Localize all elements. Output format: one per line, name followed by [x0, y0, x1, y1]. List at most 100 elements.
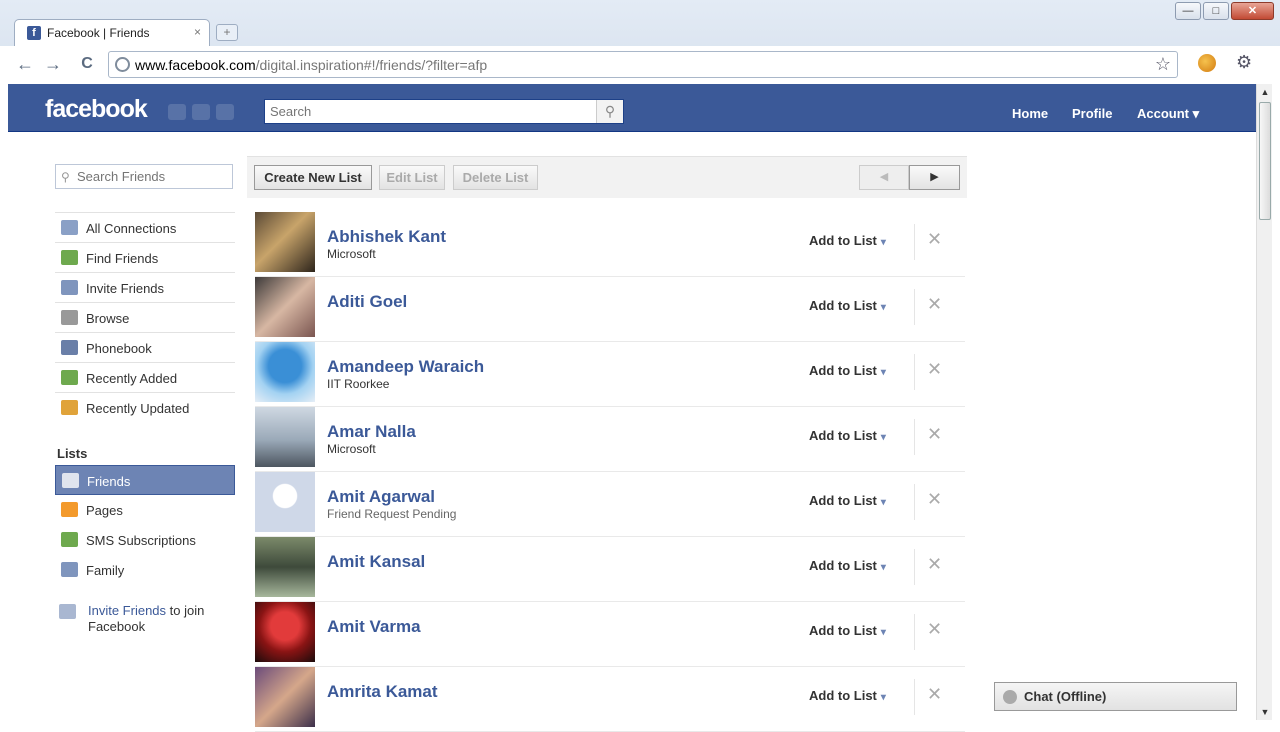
- browser-chrome: f Facebook | Friends × + — □ ✕ ← → C www…: [0, 0, 1280, 84]
- remove-friend-icon[interactable]: ✕: [927, 684, 942, 705]
- forward-button[interactable]: →: [42, 54, 64, 76]
- scroll-down-arrow[interactable]: ▼: [1257, 704, 1273, 720]
- chevron-down-icon: ▾: [880, 302, 886, 313]
- remove-friend-icon[interactable]: ✕: [927, 554, 942, 575]
- sidebar-item-phonebook[interactable]: Phonebook: [55, 332, 235, 362]
- add-to-list-button[interactable]: Add to List ▾: [809, 493, 886, 508]
- sidebar-item-all-connections[interactable]: All Connections: [55, 212, 235, 242]
- chevron-down-icon: ▾: [880, 562, 886, 573]
- remove-friend-icon[interactable]: ✕: [927, 359, 942, 380]
- add-to-list-label: Add to List: [809, 428, 877, 443]
- friend-avatar[interactable]: [255, 277, 315, 337]
- remove-friend-icon[interactable]: ✕: [927, 424, 942, 445]
- friend-row: Amandeep Waraich IIT Roorkee Add to List ▾ ✕: [255, 342, 965, 407]
- friend-avatar[interactable]: [255, 667, 315, 727]
- maximize-button[interactable]: □: [1203, 2, 1229, 20]
- friend-requests-icon[interactable]: [168, 104, 186, 120]
- back-button[interactable]: ←: [14, 54, 36, 76]
- create-new-list-button[interactable]: Create New List: [254, 165, 372, 190]
- remove-friend-icon[interactable]: ✕: [927, 229, 942, 250]
- list-item-pages[interactable]: Pages: [55, 495, 235, 525]
- add-to-list-button[interactable]: Add to List ▾: [809, 363, 886, 378]
- friend-name-link[interactable]: Amit Agarwal: [327, 487, 435, 507]
- list-toolbar: Create New List Edit List Delete List ◀ …: [247, 156, 967, 198]
- friend-name-link[interactable]: Amit Varma: [327, 617, 421, 637]
- add-to-list-label: Add to List: [809, 233, 877, 248]
- chevron-down-icon: ▾: [880, 692, 886, 703]
- scroll-thumb[interactable]: [1259, 102, 1271, 220]
- sidebar-item-browse[interactable]: Browse: [55, 302, 235, 332]
- sidebar-item-label: All Connections: [86, 221, 177, 236]
- nav-home-link[interactable]: Home: [1012, 106, 1048, 121]
- remove-friend-icon[interactable]: ✕: [927, 294, 942, 315]
- search-friends-input[interactable]: [77, 168, 227, 185]
- friend-name-link[interactable]: Aditi Goel: [327, 292, 407, 312]
- pager-prev-button[interactable]: ◀: [859, 165, 909, 190]
- nav-profile-link[interactable]: Profile: [1072, 106, 1112, 121]
- list-item-label: Family: [86, 563, 125, 578]
- friend-subtitle: IIT Roorkee: [327, 377, 390, 391]
- scroll-up-arrow[interactable]: ▲: [1257, 84, 1273, 100]
- tab-close-icon[interactable]: ×: [194, 25, 201, 39]
- sidebar-nav: All Connections Find Friends Invite Friend…: [55, 212, 235, 422]
- row-divider: [914, 289, 915, 325]
- friend-avatar[interactable]: [255, 407, 315, 467]
- address-bar[interactable]: www.facebook.com/digital.inspiration#!/f…: [108, 51, 1178, 78]
- friend-avatar[interactable]: [255, 342, 315, 402]
- remove-friend-icon[interactable]: ✕: [927, 489, 942, 510]
- sidebar-item-recently-updated[interactable]: Recently Updated: [55, 392, 235, 422]
- invite-icon: [61, 280, 78, 295]
- notifications-globe-icon[interactable]: [216, 104, 234, 120]
- add-to-list-button[interactable]: Add to List ▾: [809, 428, 886, 443]
- facebook-search-input[interactable]: [265, 100, 595, 123]
- friend-avatar[interactable]: [255, 472, 315, 532]
- friend-name-link[interactable]: Amit Kansal: [327, 552, 425, 572]
- extension-icon[interactable]: [1198, 54, 1216, 72]
- pager-next-button[interactable]: ▶: [909, 165, 960, 190]
- find-friends-icon: [61, 250, 78, 265]
- window-close-button[interactable]: ✕: [1231, 2, 1274, 20]
- row-divider: [914, 614, 915, 650]
- sidebar-item-find-friends[interactable]: Find Friends: [55, 242, 235, 272]
- friend-name-link[interactable]: Abhishek Kant: [327, 227, 446, 247]
- friend-avatar[interactable]: [255, 602, 315, 662]
- friend-avatar[interactable]: [255, 212, 315, 272]
- page-scrollbar[interactable]: ▲ ▼: [1256, 84, 1272, 720]
- friend-subtitle: Microsoft: [327, 247, 376, 261]
- browser-tab[interactable]: f Facebook | Friends ×: [14, 19, 210, 46]
- add-to-list-button[interactable]: Add to List ▾: [809, 623, 886, 638]
- friend-name-link[interactable]: Amar Nalla: [327, 422, 416, 442]
- wrench-icon[interactable]: ⚙: [1236, 52, 1252, 73]
- bookmark-star-icon[interactable]: ☆: [1155, 54, 1171, 75]
- edit-list-button[interactable]: Edit List: [379, 165, 445, 190]
- add-to-list-button[interactable]: Add to List ▾: [809, 233, 886, 248]
- list-item-family[interactable]: Family: [55, 555, 235, 585]
- messages-icon[interactable]: [192, 104, 210, 120]
- list-item-sms-subscriptions[interactable]: SMS Subscriptions: [55, 525, 235, 555]
- chat-bar[interactable]: Chat (Offline): [994, 682, 1237, 711]
- invite-friends-link[interactable]: Invite Friends: [88, 603, 166, 618]
- add-to-list-button[interactable]: Add to List ▾: [809, 298, 886, 313]
- globe-icon: [115, 57, 130, 72]
- add-to-list-button[interactable]: Add to List ▾: [809, 558, 886, 573]
- sidebar-item-invite-friends[interactable]: Invite Friends: [55, 272, 235, 302]
- row-divider: [914, 419, 915, 455]
- add-to-list-button[interactable]: Add to List ▾: [809, 688, 886, 703]
- friend-name-link[interactable]: Amrita Kamat: [327, 682, 438, 702]
- sidebar-item-label: Invite Friends: [86, 281, 165, 296]
- new-tab-button[interactable]: +: [216, 24, 238, 41]
- nav-account-menu[interactable]: Account ▾: [1137, 106, 1199, 122]
- people-icon: [61, 220, 78, 235]
- list-item-friends[interactable]: Friends: [55, 465, 235, 495]
- facebook-logo[interactable]: facebook: [45, 95, 148, 124]
- delete-list-button[interactable]: Delete List: [453, 165, 538, 190]
- sidebar-item-label: Phonebook: [86, 341, 152, 356]
- friend-name-link[interactable]: Amandeep Waraich: [327, 357, 484, 377]
- minimize-button[interactable]: —: [1175, 2, 1201, 20]
- friend-avatar[interactable]: [255, 537, 315, 597]
- sidebar-item-recently-added[interactable]: Recently Added: [55, 362, 235, 392]
- remove-friend-icon[interactable]: ✕: [927, 619, 942, 640]
- reload-button[interactable]: C: [76, 54, 98, 76]
- search-icon[interactable]: ⚲: [596, 100, 623, 123]
- add-to-list-label: Add to List: [809, 298, 877, 313]
